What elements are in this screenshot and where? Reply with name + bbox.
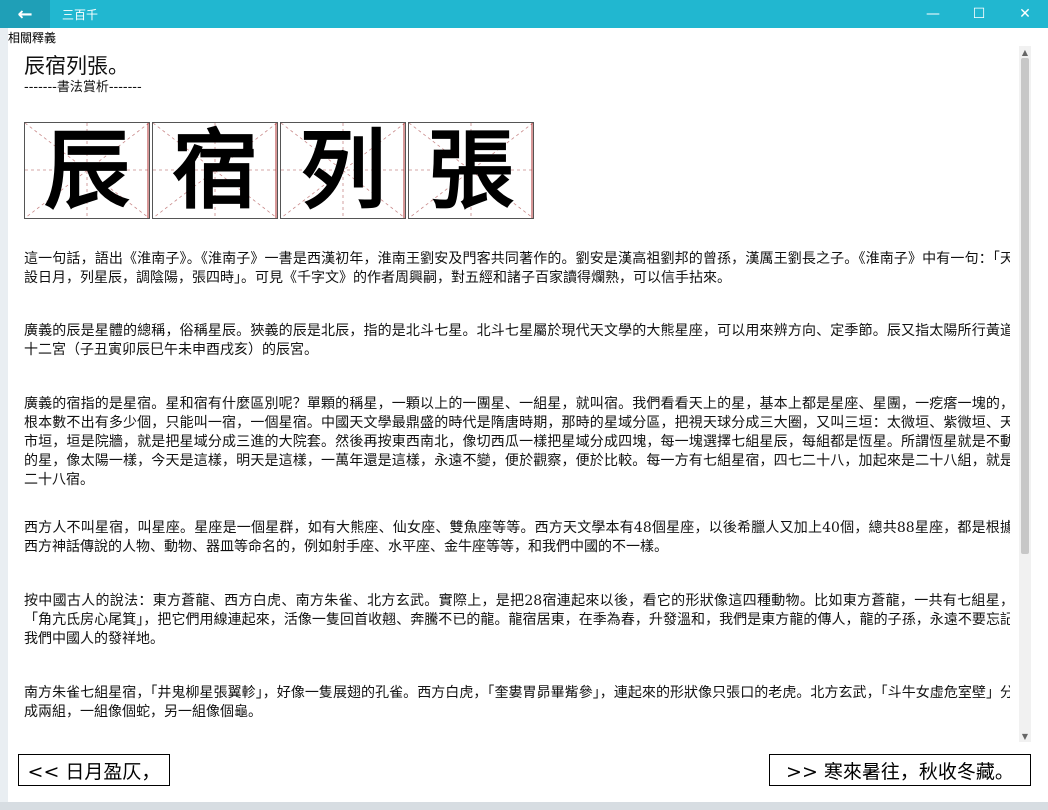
calligraphy-char: 宿: [172, 122, 258, 219]
back-button[interactable]: ←: [0, 0, 50, 28]
maximize-icon: ☐: [972, 6, 986, 22]
section-label: 相關釋義: [8, 31, 57, 45]
scrollbar-thumb[interactable]: [1021, 58, 1029, 554]
calligraphy-char: 列: [300, 122, 386, 219]
paragraph: 西方人不叫星宿，叫星座。星座是一個星群，如有大熊座、仙女座、雙魚座等等。西方天文…: [24, 520, 1010, 555]
paragraph: 廣義的宿指的是星宿。星和宿有什麼區別呢？單顆的稱星，一顆以上的一團星、一組星，就…: [24, 396, 1010, 488]
calligraphy-subheading: -------書法賞析-------: [24, 80, 142, 95]
paragraph: 南方朱雀七組星宿，「井鬼柳星張翼軫」，好像一隻展翅的孔雀。西方白虎，「奎婁胃昴畢…: [24, 685, 1010, 720]
next-verse-button[interactable]: >> 寒來暑往，秋收冬藏。: [769, 754, 1031, 786]
minimize-button[interactable]: —: [910, 0, 956, 28]
calligraphy-box: 宿: [152, 122, 278, 219]
title-bar: ← 三百千 — ☐ ✕: [0, 0, 1048, 28]
content-scroll-area[interactable]: 辰宿列張。 -------書法賞析------- 辰 宿 列 張 這一句話，語出…: [10, 46, 1010, 742]
background-bottom-strip: [0, 802, 1048, 810]
window-title: 三百千: [62, 7, 99, 22]
calligraphy-box: 列: [280, 122, 406, 219]
scroll-down-icon[interactable]: ▼: [1019, 730, 1031, 742]
close-icon: ✕: [1019, 6, 1031, 22]
minimize-icon: —: [926, 6, 940, 22]
scroll-up-icon[interactable]: ▲: [1019, 46, 1031, 58]
calligraphy-char: 辰: [44, 122, 130, 219]
background-strip: [0, 0, 8, 810]
close-button[interactable]: ✕: [1002, 0, 1048, 28]
paragraph: 按中國古人的說法：東方蒼龍、西方白虎、南方朱雀、北方玄武。實際上，是把28宿連起…: [24, 593, 1010, 647]
window-controls: — ☐ ✕: [910, 0, 1048, 28]
calligraphy-strip: 辰 宿 列 張: [24, 122, 534, 219]
paragraph: 這一句話，語出《淮南子》。《淮南子》一書是西漢初年，淮南王劉安及門客共同著作的。…: [24, 251, 1010, 286]
calligraphy-box: 辰: [24, 122, 150, 219]
paragraph: 廣義的辰是星體的總稱，俗稱星辰。狹義的辰是北辰，指的是北斗七星。北斗七星屬於現代…: [24, 323, 1010, 358]
back-arrow-icon: ←: [17, 3, 33, 25]
calligraphy-char: 張: [428, 122, 514, 219]
calligraphy-box: 張: [408, 122, 534, 219]
maximize-button[interactable]: ☐: [956, 0, 1002, 28]
previous-verse-button[interactable]: << 日月盈仄，: [18, 754, 170, 786]
